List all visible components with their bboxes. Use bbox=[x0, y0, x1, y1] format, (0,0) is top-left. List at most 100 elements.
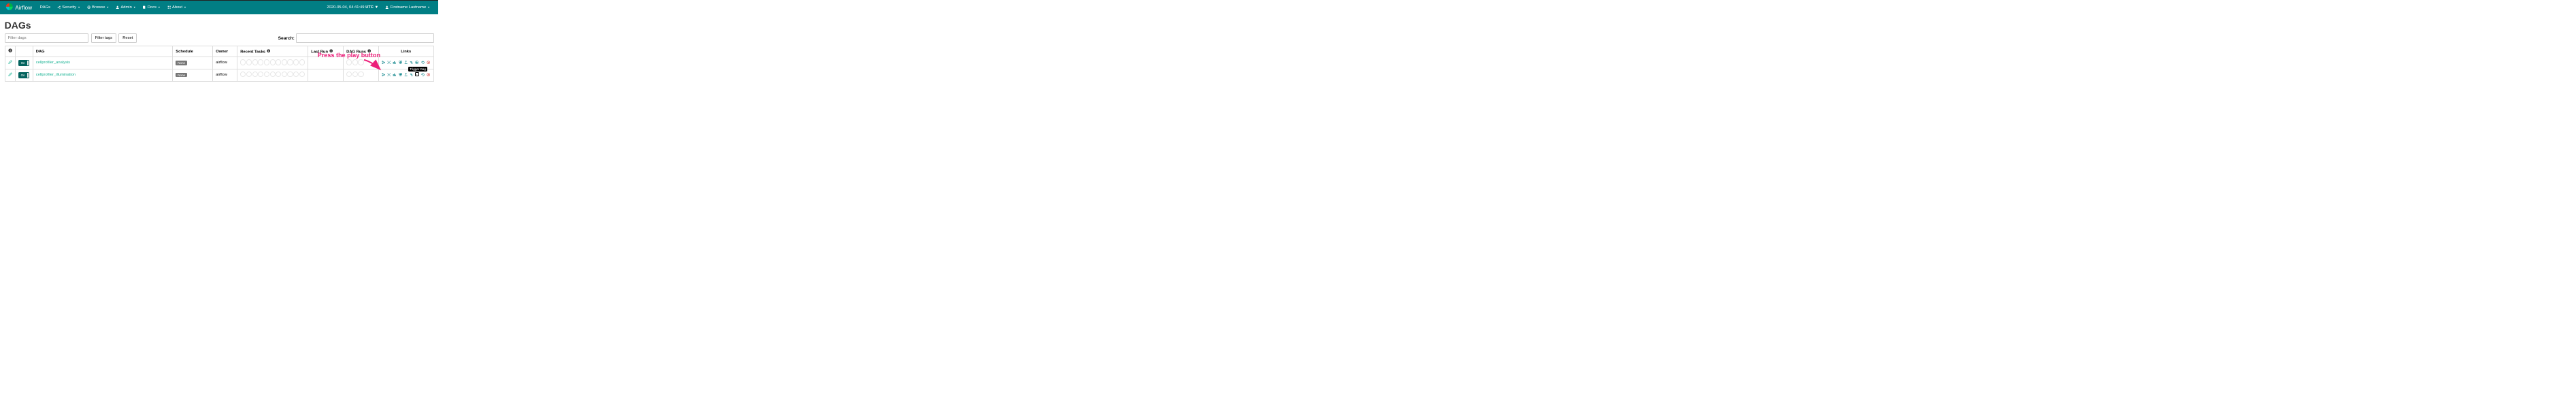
gantt-icon[interactable] bbox=[410, 61, 414, 65]
owner-cell: airflow bbox=[213, 57, 237, 69]
filter-tags-button[interactable]: Filter tags bbox=[91, 33, 116, 43]
landing-icon[interactable] bbox=[404, 61, 408, 65]
dag-toggle[interactable]: On bbox=[18, 72, 29, 78]
brand[interactable]: Airflow bbox=[5, 3, 32, 12]
duration-icon[interactable] bbox=[393, 61, 397, 65]
tries-icon[interactable] bbox=[398, 61, 402, 65]
caret-icon: ▼ bbox=[106, 6, 109, 9]
trigger-tooltip: Trigger Dag bbox=[408, 67, 428, 72]
dag-run-circle[interactable] bbox=[358, 59, 363, 65]
delete-icon[interactable] bbox=[427, 61, 431, 65]
table-row: On cellprofiler_analysis None airflow bbox=[5, 57, 433, 69]
trigger-icon[interactable] bbox=[415, 61, 419, 65]
nav-docs[interactable]: Docs ▼ bbox=[139, 3, 163, 12]
dag-link[interactable]: cellprofiler_illumination bbox=[36, 73, 76, 77]
task-status-circle[interactable] bbox=[276, 59, 281, 65]
dag-run-circle[interactable] bbox=[352, 59, 358, 65]
task-status-circle[interactable] bbox=[287, 72, 293, 77]
info-icon[interactable] bbox=[329, 50, 333, 54]
refresh-icon[interactable] bbox=[420, 61, 425, 65]
col-links-header: Links bbox=[378, 46, 433, 57]
task-status-circle[interactable] bbox=[293, 72, 299, 77]
info-icon[interactable] bbox=[267, 50, 270, 54]
brand-text: Airflow bbox=[15, 5, 32, 11]
caret-icon: ▼ bbox=[133, 6, 136, 9]
caret-icon: ▼ bbox=[78, 6, 80, 9]
dag-links bbox=[382, 61, 431, 65]
grid-icon bbox=[167, 5, 171, 10]
nav-browse[interactable]: Browse ▼ bbox=[84, 3, 112, 12]
table-row: On cellprofiler_illumination None airflow Tr… bbox=[5, 69, 433, 81]
table-header-row: DAG Schedule Owner Recent Tasks Last Run bbox=[5, 46, 433, 57]
delete-icon[interactable] bbox=[427, 72, 431, 76]
filter-dags-input[interactable] bbox=[5, 33, 89, 43]
graph-icon[interactable] bbox=[387, 61, 391, 65]
dag-run-circle[interactable] bbox=[352, 72, 358, 77]
schedule-badge[interactable]: None bbox=[176, 73, 187, 78]
tries-icon[interactable] bbox=[398, 72, 402, 76]
task-status-circle[interactable] bbox=[258, 59, 263, 65]
schedule-badge[interactable]: None bbox=[176, 61, 187, 65]
task-status-circle[interactable] bbox=[270, 59, 276, 65]
owner-cell: airflow bbox=[213, 69, 237, 81]
dag-toggle[interactable]: On bbox=[18, 60, 29, 66]
dag-links: Trigger Dag bbox=[382, 72, 431, 76]
gantt-icon[interactable] bbox=[410, 72, 414, 76]
share-icon bbox=[57, 5, 61, 10]
col-dagruns-header: DAG Runs bbox=[344, 46, 379, 57]
user-menu[interactable]: Firstname Lastname ▼ bbox=[382, 3, 433, 12]
task-status-circle[interactable] bbox=[264, 59, 269, 65]
airflow-logo-icon bbox=[5, 3, 14, 12]
recent-tasks bbox=[240, 59, 305, 65]
caret-icon: ▼ bbox=[427, 6, 430, 9]
server-time[interactable]: 2020-05-04, 04:41:49 UTC ▼ bbox=[327, 5, 378, 10]
edit-icon[interactable] bbox=[8, 61, 12, 65]
task-status-circle[interactable] bbox=[287, 59, 293, 65]
search-box: Search: bbox=[278, 33, 434, 42]
nav-admin[interactable]: Admin ▼ bbox=[113, 3, 139, 12]
task-status-circle[interactable] bbox=[252, 59, 258, 65]
dag-runs bbox=[346, 59, 364, 65]
book-icon bbox=[142, 5, 146, 10]
task-status-circle[interactable] bbox=[270, 72, 276, 77]
edit-icon[interactable] bbox=[8, 74, 12, 78]
refresh-icon[interactable] bbox=[420, 72, 425, 76]
task-status-circle[interactable] bbox=[293, 59, 299, 65]
task-status-circle[interactable] bbox=[282, 59, 287, 65]
dag-run-circle[interactable] bbox=[346, 72, 352, 77]
col-info bbox=[5, 46, 15, 57]
dag-run-circle[interactable] bbox=[346, 59, 352, 65]
last-run-cell bbox=[308, 57, 344, 69]
task-status-circle[interactable] bbox=[246, 72, 252, 77]
tree-icon[interactable] bbox=[382, 61, 386, 65]
reset-button[interactable]: Reset bbox=[118, 33, 137, 43]
task-status-circle[interactable] bbox=[299, 72, 305, 77]
task-status-circle[interactable] bbox=[258, 72, 263, 77]
graph-icon[interactable] bbox=[387, 72, 391, 76]
task-status-circle[interactable] bbox=[240, 59, 246, 65]
recent-tasks bbox=[240, 72, 305, 77]
dags-table: DAG Schedule Owner Recent Tasks Last Run bbox=[5, 46, 434, 81]
task-status-circle[interactable] bbox=[246, 59, 252, 65]
task-status-circle[interactable] bbox=[252, 72, 258, 77]
dag-run-circle[interactable] bbox=[358, 72, 363, 77]
search-input[interactable] bbox=[296, 33, 433, 42]
duration-icon[interactable] bbox=[393, 72, 397, 76]
task-status-circle[interactable] bbox=[276, 72, 281, 77]
info-icon[interactable] bbox=[8, 50, 12, 54]
task-status-circle[interactable] bbox=[299, 59, 305, 65]
trigger-icon[interactable]: Trigger Dag bbox=[415, 72, 419, 76]
dag-link[interactable]: cellprofiler_analysis bbox=[36, 61, 70, 65]
task-status-circle[interactable] bbox=[264, 72, 269, 77]
tree-icon[interactable] bbox=[382, 72, 386, 76]
last-run-cell bbox=[308, 69, 344, 81]
task-status-circle[interactable] bbox=[282, 72, 287, 77]
filter-row: Filter tags Reset Search: bbox=[5, 33, 434, 43]
nav-about[interactable]: About ▼ bbox=[164, 3, 188, 12]
nav-security[interactable]: Security ▼ bbox=[54, 3, 83, 12]
landing-icon[interactable] bbox=[404, 72, 408, 76]
col-dag-header[interactable]: DAG bbox=[33, 46, 173, 57]
nav-dags[interactable]: DAGs bbox=[37, 3, 53, 12]
info-icon[interactable] bbox=[367, 50, 371, 54]
task-status-circle[interactable] bbox=[240, 72, 246, 77]
